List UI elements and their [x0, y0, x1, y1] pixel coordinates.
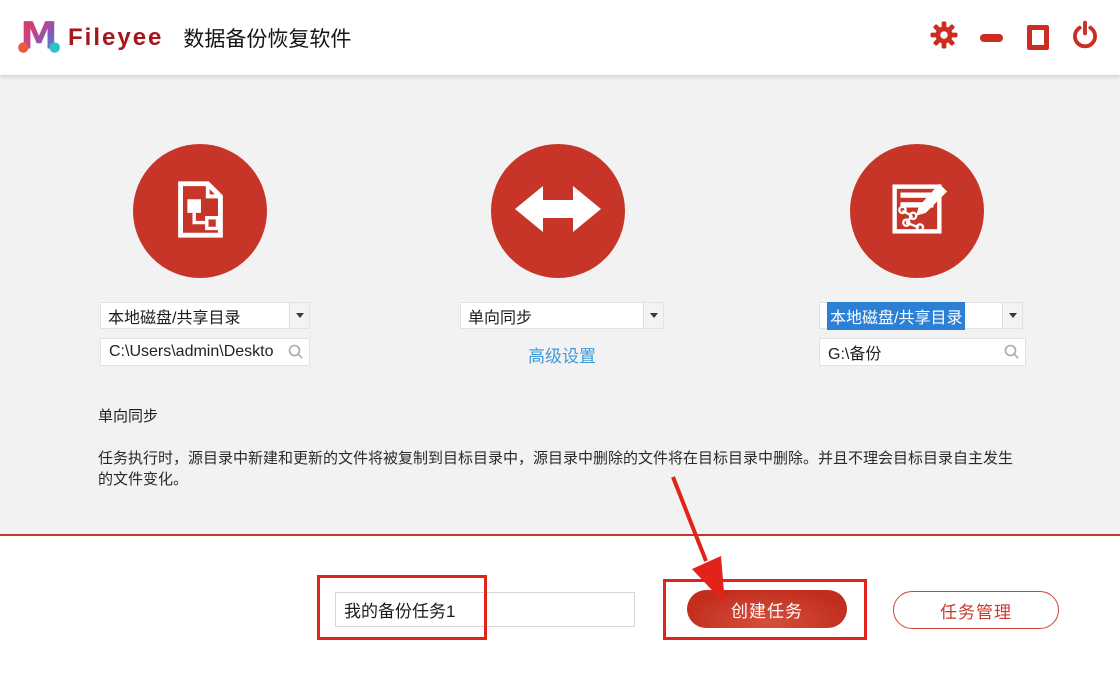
sync-mode-description: 任务执行时，源目录中新建和更新的文件将被复制到目标目录中，源目录中删除的文件将在…: [98, 450, 1014, 488]
source-circle: [133, 144, 267, 278]
source-file-icon: [166, 175, 234, 248]
advanced-settings-link[interactable]: 高级设置: [460, 342, 664, 367]
brand-name: Fileyee: [68, 23, 164, 51]
task-name-input[interactable]: [335, 592, 635, 627]
minimize-button[interactable]: [976, 22, 1006, 54]
target-circle: [850, 144, 984, 278]
title-bar: M Fileyee 数据备份恢复软件: [0, 0, 1120, 75]
target-path-input[interactable]: [819, 338, 1026, 366]
chevron-down-icon[interactable]: [1002, 303, 1022, 328]
fileyee-logo-icon: M: [16, 12, 62, 63]
source-type-value: 本地磁盘/共享目录: [108, 309, 241, 327]
settings-button[interactable]: [929, 21, 959, 54]
sync-mode-title: 单向同步: [98, 408, 159, 425]
target-type-value-selected: 本地磁盘/共享目录: [827, 301, 966, 330]
power-icon: [1070, 20, 1100, 55]
fileyee-window: M Fileyee 数据备份恢复软件 本地磁盘/共享目录 单向同步 本地磁盘/共…: [0, 0, 1120, 678]
source-path-input[interactable]: [100, 338, 310, 366]
source-type-dropdown[interactable]: 本地磁盘/共享目录: [100, 302, 310, 329]
chevron-down-icon[interactable]: [643, 303, 663, 328]
double-arrow-icon: [512, 178, 604, 245]
minimize-icon: [979, 33, 1003, 42]
target-type-dropdown[interactable]: 本地磁盘/共享目录: [819, 301, 1023, 330]
sync-mode-value: 单向同步: [468, 309, 533, 327]
maximize-button[interactable]: [1023, 22, 1053, 54]
power-button[interactable]: [1070, 20, 1100, 55]
gear-icon: [930, 21, 958, 54]
edit-document-icon: [883, 175, 951, 248]
sync-circle: [491, 144, 625, 278]
chevron-down-icon[interactable]: [289, 303, 309, 328]
create-task-button[interactable]: 创建任务: [687, 590, 847, 628]
sync-mode-dropdown[interactable]: 单向同步: [460, 302, 664, 329]
maximize-icon: [1027, 25, 1049, 50]
task-manage-button[interactable]: 任务管理: [893, 591, 1059, 629]
app-title: 数据备份恢复软件: [183, 27, 352, 51]
